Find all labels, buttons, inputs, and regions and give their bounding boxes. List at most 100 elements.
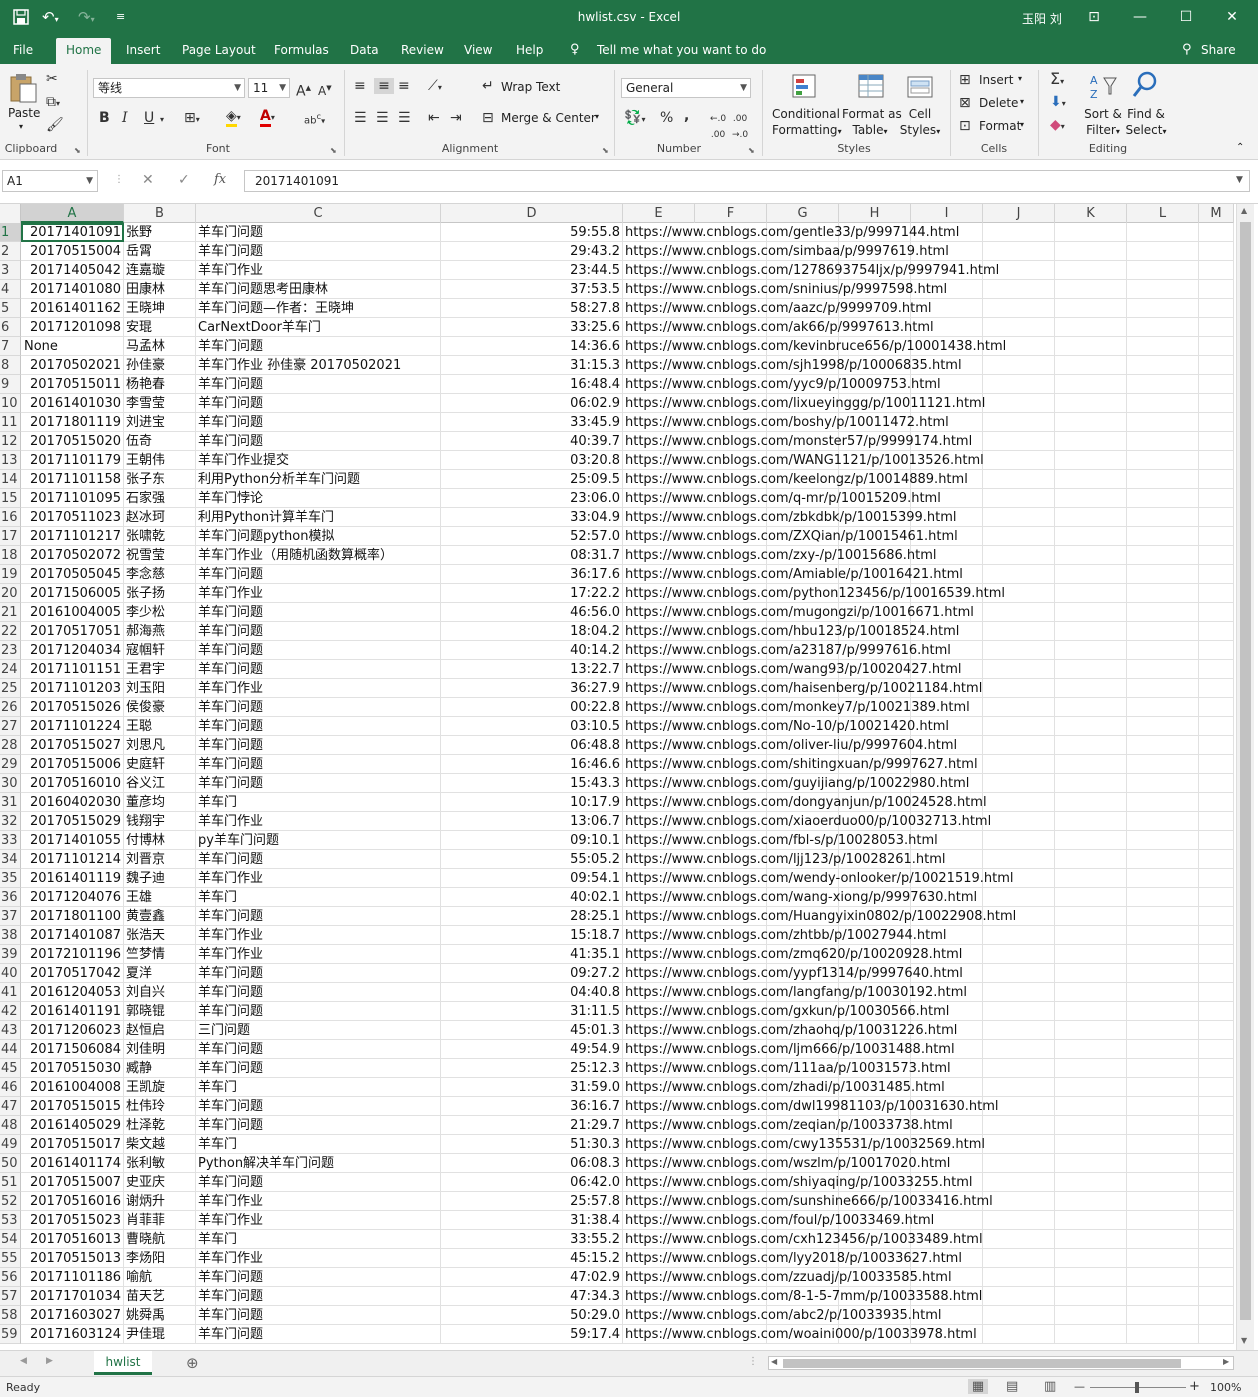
table-cell[interactable]: 00:22.8 [441,698,623,717]
tab-review[interactable]: Review [391,36,454,64]
conditional-formatting-button[interactable]: Conditional Formatting▾ [772,106,842,140]
table-cell[interactable]: 20170515023 [21,1211,124,1230]
table-cell[interactable]: https://www.cnblogs.com/No-10/p/10021420… [623,717,1055,736]
table-cell[interactable]: 羊车门问题 [196,375,441,394]
table-cell[interactable]: 羊车门问题 [196,432,441,451]
insert-cells-button[interactable]: Insert [979,73,1013,87]
column-header[interactable]: G [767,204,839,223]
table-cell[interactable]: 寇帼轩 [124,641,196,660]
table-cell[interactable]: 20161401162 [21,299,124,318]
table-cell[interactable] [1127,356,1199,375]
table-cell[interactable] [1055,907,1127,926]
table-cell[interactable]: https://www.cnblogs.com/oliver-liu/p/999… [623,736,1055,755]
table-cell[interactable]: 刘自兴 [124,983,196,1002]
copy-icon[interactable]: ⧉▾ [46,94,60,112]
table-cell[interactable]: 40:02.1 [441,888,623,907]
table-cell[interactable] [1055,527,1127,546]
table-cell[interactable]: 20170515020 [21,432,124,451]
confirm-edit-icon[interactable]: ✓ [178,172,190,188]
table-cell[interactable] [1127,413,1199,432]
vertical-scrollbar[interactable]: ▲ ▼ [1236,204,1254,1350]
table-cell[interactable] [1055,470,1127,489]
table-cell[interactable]: 20171101186 [21,1268,124,1287]
table-cell[interactable]: 31:59.0 [441,1078,623,1097]
table-cell[interactable]: https://www.cnblogs.com/zhadi/p/10031485… [623,1078,1055,1097]
table-cell[interactable] [1127,489,1199,508]
table-cell[interactable] [1127,641,1199,660]
name-box[interactable]: A1 ▼ [2,170,98,192]
table-cell[interactable]: 羊车门问题 [196,223,441,242]
table-cell[interactable] [1055,850,1127,869]
row-header[interactable]: 24 [0,660,21,679]
row-header[interactable]: 3 [0,261,21,280]
table-cell[interactable] [1127,1154,1199,1173]
table-cell[interactable]: 20161204053 [21,983,124,1002]
row-header[interactable]: 32 [0,812,21,831]
table-cell[interactable] [1055,964,1127,983]
table-cell[interactable]: https://www.cnblogs.com/dwl19981103/p/10… [623,1097,1055,1116]
tab-insert[interactable]: Insert [116,36,170,64]
table-cell[interactable] [1127,242,1199,261]
table-cell[interactable]: 28:25.1 [441,907,623,926]
table-cell[interactable]: 20172101196 [21,945,124,964]
table-cell[interactable] [1127,1230,1199,1249]
table-cell[interactable]: 16:48.4 [441,375,623,394]
insert-cells-icon[interactable]: ⊞ [959,72,971,88]
table-cell[interactable] [1199,641,1234,660]
table-cell[interactable] [1127,1097,1199,1116]
row-header[interactable]: 57 [0,1287,21,1306]
table-cell[interactable]: 羊车门问题 [196,1268,441,1287]
table-cell[interactable] [1127,831,1199,850]
table-cell[interactable]: 59:55.8 [441,223,623,242]
normal-view-icon[interactable]: ▦ [968,1379,988,1394]
row-header[interactable]: 39 [0,945,21,964]
table-cell[interactable]: https://www.cnblogs.com/boshy/p/10011472… [623,413,1055,432]
table-cell[interactable] [1127,584,1199,603]
column-header[interactable]: M [1199,204,1234,223]
table-cell[interactable]: 20171101095 [21,489,124,508]
table-cell[interactable] [1199,584,1234,603]
table-cell[interactable] [1199,926,1234,945]
row-header[interactable]: 11 [0,413,21,432]
row-header[interactable]: 7 [0,337,21,356]
borders-icon[interactable]: ⊞▾ [184,110,200,128]
formula-input[interactable]: 20171401091 [244,170,1250,192]
table-cell[interactable]: 23:44.5 [441,261,623,280]
table-cell[interactable] [1199,1021,1234,1040]
row-header[interactable]: 34 [0,850,21,869]
table-cell[interactable]: 刘佳明 [124,1040,196,1059]
table-cell[interactable] [1199,1116,1234,1135]
table-cell[interactable]: 三门问题 [196,1021,441,1040]
table-cell[interactable] [1127,869,1199,888]
table-cell[interactable]: 20171201098 [21,318,124,337]
tab-data[interactable]: Data [340,36,389,64]
table-cell[interactable] [1127,546,1199,565]
fill-color-icon[interactable]: ◈▾ [226,108,241,127]
row-header[interactable]: 16 [0,508,21,527]
row-header[interactable]: 59 [0,1325,21,1344]
table-cell[interactable] [1055,432,1127,451]
table-cell[interactable] [1127,812,1199,831]
align-middle-icon[interactable]: ≡ [374,78,394,94]
vertical-scroll-thumb[interactable] [1240,222,1251,1320]
row-header[interactable]: 22 [0,622,21,641]
table-cell[interactable] [1055,1135,1127,1154]
table-cell[interactable]: https://www.cnblogs.com/wang-xiong/p/999… [623,888,1055,907]
table-cell[interactable]: https://www.cnblogs.com/woaini000/p/1003… [623,1325,1055,1344]
table-cell[interactable] [1055,1059,1127,1078]
table-cell[interactable]: 羊车门作业 [196,584,441,603]
table-cell[interactable]: 20160402030 [21,793,124,812]
table-cell[interactable]: 夏洋 [124,964,196,983]
table-cell[interactable]: 苗天艺 [124,1287,196,1306]
tab-view[interactable]: View [454,36,502,64]
table-cell[interactable]: 郝海燕 [124,622,196,641]
percent-style-button[interactable]: % [660,110,673,126]
table-cell[interactable]: 刘进宝 [124,413,196,432]
table-cell[interactable]: 连嘉璇 [124,261,196,280]
table-cell[interactable]: 利用Python分析羊车门问题 [196,470,441,489]
scroll-right-icon[interactable]: ▶ [1223,1357,1229,1366]
table-cell[interactable] [1055,812,1127,831]
table-cell[interactable] [1055,717,1127,736]
table-cell[interactable] [1055,983,1127,1002]
table-cell[interactable]: 03:20.8 [441,451,623,470]
